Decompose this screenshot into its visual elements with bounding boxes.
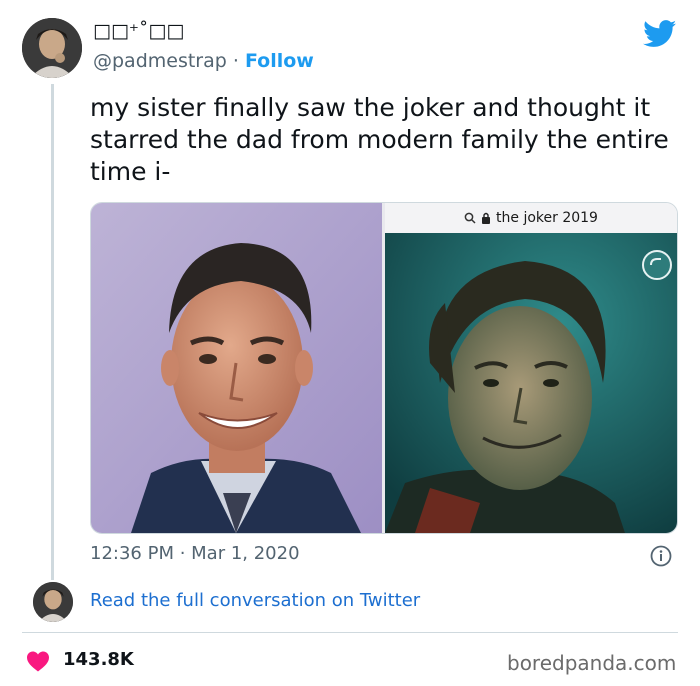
author-handle-row: @padmestrap · Follow	[93, 50, 314, 72]
photo-left-man-smiling[interactable]	[91, 203, 382, 533]
photo-right-joker-still[interactable]	[385, 233, 677, 533]
tweet-text: my sister finally saw the joker and thou…	[90, 93, 669, 186]
watermark: boredpanda.com	[507, 651, 677, 675]
thread-connector-line	[51, 84, 54, 580]
read-full-conversation-link[interactable]: Read the full conversation on Twitter	[90, 590, 420, 611]
author-display-name[interactable]: □□⁺˚□□	[93, 20, 184, 42]
twitter-bird-icon[interactable]	[643, 20, 677, 48]
separator-dot: ·	[232, 50, 239, 72]
tweet-media[interactable]: the joker 2019	[90, 202, 678, 534]
search-icon	[464, 212, 476, 224]
like-count: 143.8K	[63, 649, 134, 670]
heart-icon[interactable]	[26, 650, 50, 672]
author-handle[interactable]: @padmestrap	[93, 50, 227, 72]
address-bar[interactable]: the joker 2019	[385, 203, 677, 233]
divider	[22, 632, 678, 633]
reply-avatar[interactable]	[33, 582, 73, 622]
address-bar-text: the joker 2019	[496, 210, 598, 226]
browser-screenshot-panel: the joker 2019	[385, 203, 677, 533]
follow-button[interactable]: Follow	[245, 50, 314, 72]
tweet-timestamp[interactable]: 12:36 PM · Mar 1, 2020	[90, 543, 300, 564]
info-icon[interactable]	[650, 545, 672, 567]
author-avatar[interactable]	[22, 18, 82, 78]
lock-icon	[482, 212, 491, 224]
